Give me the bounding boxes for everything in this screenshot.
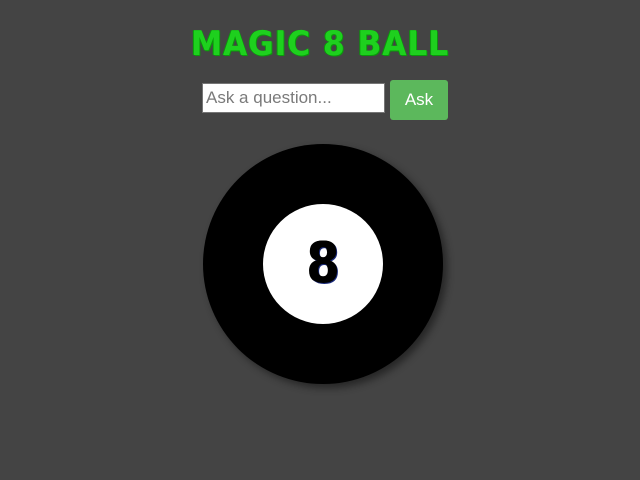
ball-answer-text: 8	[306, 231, 340, 296]
ball-window: 8	[263, 204, 383, 324]
ask-form: Ask	[202, 80, 448, 120]
magic-8-ball: 8	[203, 144, 443, 384]
question-input[interactable]	[202, 83, 385, 113]
ask-button[interactable]: Ask	[390, 80, 448, 120]
magic-8-ball-app: MAGIC 8 BALL Ask 8	[0, 0, 640, 480]
page-title: MAGIC 8 BALL	[190, 24, 450, 64]
